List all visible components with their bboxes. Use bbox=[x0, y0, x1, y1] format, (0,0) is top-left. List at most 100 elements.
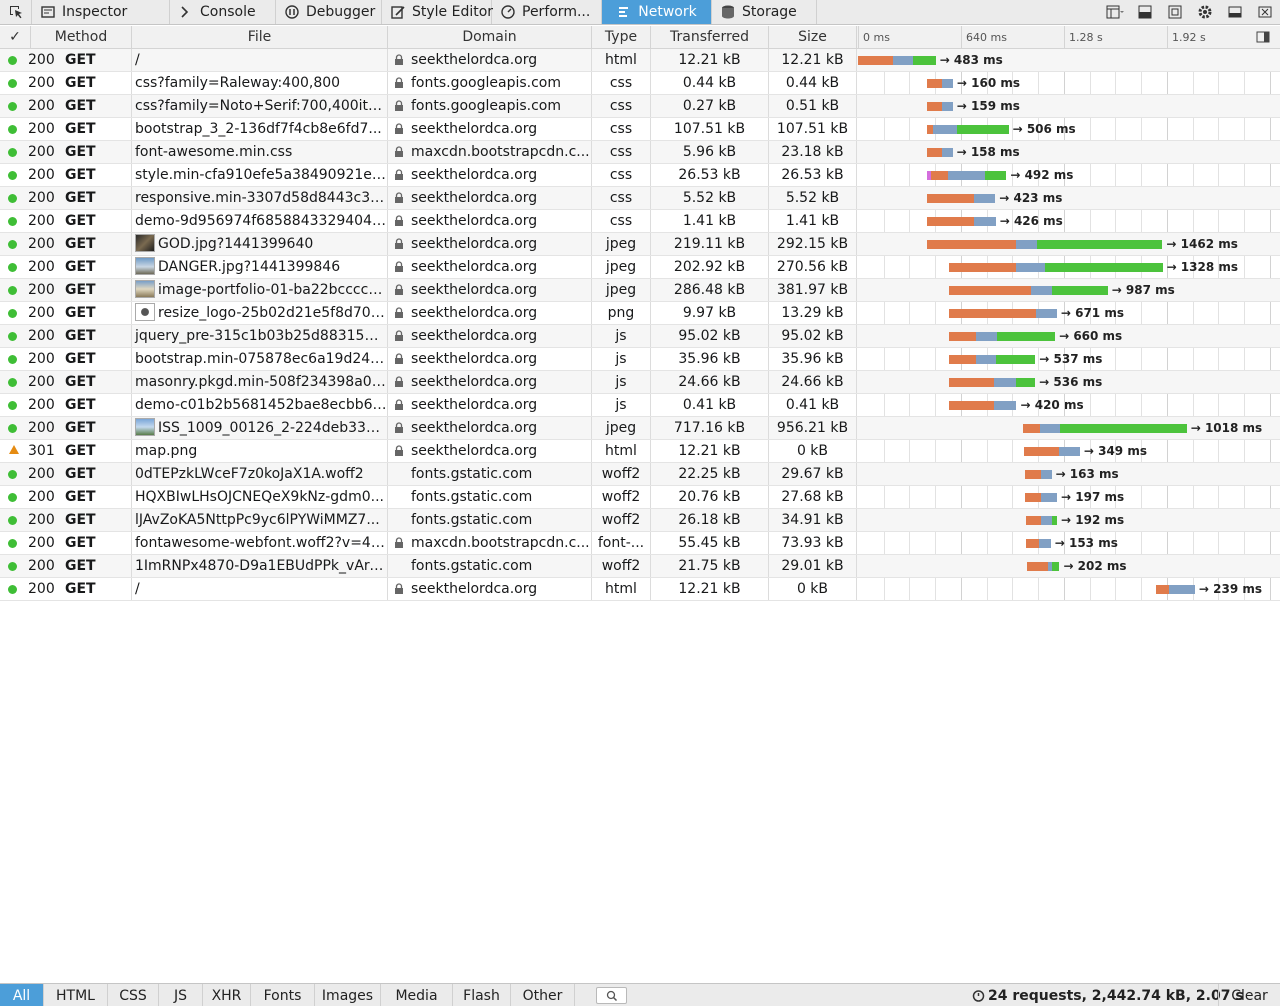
settings-button[interactable] bbox=[1190, 0, 1220, 24]
file-cell: demo-9d956974f685884332940437... bbox=[132, 210, 388, 232]
filter-js[interactable]: JS bbox=[159, 984, 203, 1006]
request-row[interactable]: 200 GET resize_logo-25b02d21e5f8d70e... see… bbox=[0, 302, 1280, 325]
toggle-sidebar-button[interactable] bbox=[1256, 30, 1270, 48]
status-code: 200 bbox=[28, 535, 55, 551]
timing-label: → 492 ms bbox=[1010, 168, 1074, 182]
file-cell: responsive.min-3307d58d8443c3f2... bbox=[132, 187, 388, 209]
request-row[interactable]: 200 GET responsive.min-3307d58d8443c3f2...… bbox=[0, 187, 1280, 210]
domain-name: seekthelordca.org bbox=[411, 259, 538, 275]
type-cell: js bbox=[592, 348, 651, 370]
method-cell: GET bbox=[62, 279, 132, 301]
method-cell: GET bbox=[62, 463, 132, 485]
timing-label: → 163 ms bbox=[1055, 467, 1119, 481]
file-column-header[interactable]: File bbox=[132, 26, 388, 48]
request-row[interactable]: 200 GET css?family=Raleway:400,800 fonts.go… bbox=[0, 72, 1280, 95]
tab-inspector[interactable]: Inspector bbox=[32, 0, 170, 24]
request-row[interactable]: 200 GET masonry.pkgd.min-508f234398a0a... s… bbox=[0, 371, 1280, 394]
lock-icon bbox=[394, 579, 404, 594]
dock-button[interactable] bbox=[1220, 0, 1250, 24]
request-row[interactable]: 200 GET bootstrap_3_2-136df7f4cb8e6fd7... s… bbox=[0, 118, 1280, 141]
filter-all[interactable]: All bbox=[0, 984, 44, 1006]
domain-name: seekthelordca.org bbox=[411, 305, 538, 321]
status-cell: 301 bbox=[0, 440, 62, 462]
tab-perform[interactable]: Perform... bbox=[492, 0, 602, 24]
domain-cell: seekthelordca.org bbox=[388, 578, 592, 600]
inspector-icon bbox=[40, 4, 56, 20]
request-row[interactable]: 200 GET HQXBIwLHsOJCNEQeX9kNz-gdm0... fonts… bbox=[0, 486, 1280, 509]
close-toolbox-button[interactable] bbox=[1250, 0, 1280, 24]
filter-media[interactable]: Media bbox=[381, 984, 453, 1006]
request-list-header: ✓ Method File Domain Type Transferred Si… bbox=[0, 26, 1280, 49]
request-row[interactable]: 200 GET DANGER.jpg?1441399846 seekthelordca… bbox=[0, 256, 1280, 279]
status-cell: 200 bbox=[0, 187, 62, 209]
filter-search-input[interactable] bbox=[596, 987, 627, 1004]
timing-connect-bar bbox=[927, 240, 1017, 249]
request-row[interactable]: 200 GET image-portfolio-01-ba22bcccc5... se… bbox=[0, 279, 1280, 302]
domain-name: seekthelordca.org bbox=[411, 190, 538, 206]
type-column-header[interactable]: Type bbox=[592, 26, 651, 48]
request-row[interactable]: 200 GET demo-9d956974f685884332940437... se… bbox=[0, 210, 1280, 233]
filter-fonts[interactable]: Fonts bbox=[251, 984, 315, 1006]
status-cell: 200 bbox=[0, 141, 62, 163]
tab-debugger[interactable]: Debugger bbox=[276, 0, 382, 24]
frame-select-button[interactable] bbox=[1100, 0, 1130, 24]
clear-button[interactable]: Clear bbox=[1218, 984, 1280, 1006]
timing-connect-bar bbox=[858, 56, 893, 65]
timing-wait-bar bbox=[942, 102, 953, 111]
status-code: 301 bbox=[28, 443, 55, 459]
request-summary[interactable]: 24 requests, 2,442.74 kB, 2.07 s bbox=[972, 984, 1244, 1006]
domain-name: fonts.gstatic.com bbox=[411, 558, 533, 574]
request-row[interactable]: 200 GET / seekthelordca.org html 12.21 kB 0 kB… bbox=[0, 578, 1280, 601]
domain-column-header[interactable]: Domain bbox=[388, 26, 592, 48]
type-cell: woff2 bbox=[592, 463, 651, 485]
request-row[interactable]: 200 GET style.min-cfa910efe5a38490921eb...… bbox=[0, 164, 1280, 187]
request-row[interactable]: 200 GET 1ImRNPx4870-D9a1EBUdPPk_vArh... fon… bbox=[0, 555, 1280, 578]
file-name: / bbox=[135, 52, 140, 68]
filter-other[interactable]: Other bbox=[511, 984, 575, 1006]
size-cell: 13.29 kB bbox=[769, 302, 857, 324]
file-cell: / bbox=[132, 578, 388, 600]
timing-connect-bar bbox=[948, 378, 994, 387]
request-row[interactable]: 200 GET GOD.jpg?1441399640 seekthelordca.or… bbox=[0, 233, 1280, 256]
request-row[interactable]: 200 GET fontawesome-webfont.woff2?v=4.... m… bbox=[0, 532, 1280, 555]
request-row[interactable]: 200 GET demo-c01b2b5681452bae8ecbb6c... see… bbox=[0, 394, 1280, 417]
tab-network[interactable]: Network bbox=[602, 0, 712, 24]
domain-cell: seekthelordca.org bbox=[388, 371, 592, 393]
element-picker-button[interactable] bbox=[0, 0, 32, 24]
transferred-column-header[interactable]: Transferred bbox=[651, 26, 769, 48]
request-row[interactable]: 200 GET 0dTEPzkLWceF7z0koJaX1A.woff2 fonts.… bbox=[0, 463, 1280, 486]
request-row[interactable]: 200 GET jquery_pre-315c1b03b25d8831549... s… bbox=[0, 325, 1280, 348]
tab-style-editor[interactable]: Style Editor bbox=[382, 0, 493, 24]
responsive-mode-button[interactable] bbox=[1130, 0, 1160, 24]
size-column-header[interactable]: Size bbox=[769, 26, 857, 48]
scratchpad-button[interactable] bbox=[1160, 0, 1190, 24]
tab-console[interactable]: Console bbox=[170, 0, 276, 24]
request-row[interactable]: 200 GET ISS_1009_00126_2-224deb3366... seek… bbox=[0, 417, 1280, 440]
request-row[interactable]: 301 GET map.png seekthelordca.org html 12.21 … bbox=[0, 440, 1280, 463]
filter-images[interactable]: Images bbox=[315, 984, 381, 1006]
request-row[interactable]: 200 GET bootstrap.min-075878ec6a19d24f... s… bbox=[0, 348, 1280, 371]
request-row[interactable]: 200 GET lJAvZoKA5NttpPc9yc6lPYWiMMZ7... fon… bbox=[0, 509, 1280, 532]
timing-wait-bar bbox=[932, 125, 957, 134]
domain-name: seekthelordca.org bbox=[411, 351, 538, 367]
filter-css[interactable]: CSS bbox=[108, 984, 159, 1006]
filter-flash[interactable]: Flash bbox=[453, 984, 511, 1006]
request-row[interactable]: 200 GET / seekthelordca.org html 12.21 kB 12.2… bbox=[0, 49, 1280, 72]
status-column-header[interactable]: ✓ bbox=[0, 26, 31, 48]
lock-icon bbox=[394, 119, 404, 134]
tab-label: Perform... bbox=[522, 4, 591, 20]
tab-storage[interactable]: Storage bbox=[712, 0, 817, 24]
timing-receive-bar bbox=[1045, 263, 1163, 272]
request-method: GET bbox=[65, 121, 96, 137]
method-column-header[interactable]: Method bbox=[31, 26, 132, 48]
request-row[interactable]: 200 GET css?family=Noto+Serif:700,400itali… bbox=[0, 95, 1280, 118]
request-method: GET bbox=[65, 397, 96, 413]
size-cell: 29.01 kB bbox=[769, 555, 857, 577]
type-cell: font-... bbox=[592, 532, 651, 554]
filter-xhr[interactable]: XHR bbox=[203, 984, 251, 1006]
request-row[interactable]: 200 GET font-awesome.min.css maxcdn.bootstr… bbox=[0, 141, 1280, 164]
domain-cell: seekthelordca.org bbox=[388, 256, 592, 278]
size-cell: 0 kB bbox=[769, 578, 857, 600]
success-status-icon bbox=[8, 401, 17, 410]
filter-html[interactable]: HTML bbox=[44, 984, 108, 1006]
